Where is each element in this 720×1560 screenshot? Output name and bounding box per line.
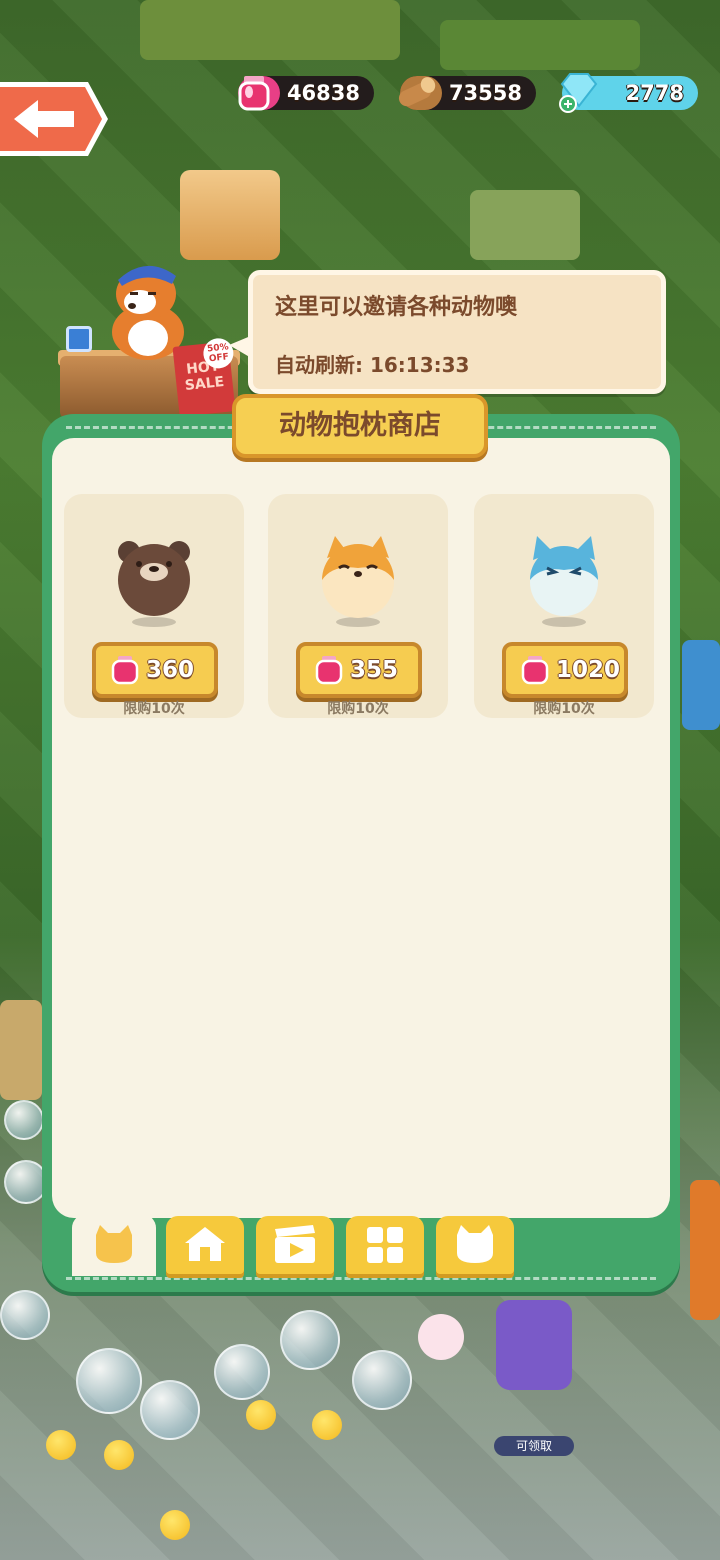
claim-label[interactable]: 可领取 [494,1436,574,1456]
purchase-limit: 限购10次 [533,701,595,717]
garden-patch [470,190,580,260]
hot-sale-sign: HOT SALE 50% OFF [172,336,236,417]
decor-bubble [214,1344,270,1400]
item-price: 1020 [556,657,621,683]
speech-message: 这里可以邀请各种动物噢 [275,295,518,320]
purchase-limit: 限购10次 [123,701,185,717]
shop-item-card[interactable]: 355 限购10次 [268,494,448,718]
grass-patch [140,0,400,60]
duck-icon [160,1510,190,1540]
decor-bubble [76,1348,142,1414]
decor-bubble [280,1310,340,1370]
vending-machine [690,1180,720,1320]
tab-house[interactable] [166,1216,244,1274]
duck-icon [104,1440,134,1470]
back-button[interactable] [0,78,112,160]
wood-counter: 73558 [398,76,536,110]
shop-item-card[interactable]: 1020 限购10次 [474,494,654,718]
video-icon [275,1225,315,1263]
tab-video[interactable] [256,1216,334,1274]
tab-cat[interactable] [436,1216,514,1274]
back-arrow-icon [0,82,108,156]
purchase-limit: 限购10次 [327,701,389,717]
decor-bubble [4,1100,44,1140]
building [180,170,280,260]
gem-counter[interactable]: 2778 [559,73,698,113]
potion-jar-icon [111,656,139,685]
speech-bubble: 这里可以邀请各种动物噢 自动刷新: 16:13:33 [229,270,666,394]
qr-code-icon [66,326,92,352]
grid-icon [367,1227,403,1263]
building-edge [0,1000,42,1100]
buy-button[interactable]: 355 [296,642,422,698]
decor-bubble [140,1380,200,1440]
cat-icon [457,1225,493,1263]
wood-count: 73558 [448,81,522,105]
fox-shopkeeper [112,265,184,360]
bear-pillow-icon [118,541,190,627]
item-price: 355 [350,657,399,683]
tab-grid[interactable] [346,1216,424,1274]
house-icon [185,1227,225,1261]
potion-counter: 46838 [238,76,374,111]
duck-icon [46,1430,76,1460]
auto-refresh-label: 自动刷新: [275,353,363,377]
wood-log-icon [398,77,436,107]
shop-title: 动物抱枕商店 [232,394,488,458]
gift-bubble-icon[interactable] [418,1314,464,1360]
auto-refresh-row: 自动刷新: 16:13:33 [275,349,469,378]
duck-icon [312,1410,342,1440]
potion-count: 46838 [286,81,360,105]
grass-patch [440,20,640,70]
potion-jar-icon [238,76,270,111]
tab-animal-pillows[interactable] [72,1214,156,1276]
item-price: 360 [146,657,195,683]
buy-button[interactable]: 1020 [502,642,628,698]
duck-icon [246,1400,276,1430]
gift-box-icon[interactable] [496,1300,572,1390]
buy-button[interactable]: 360 [92,642,218,698]
potion-jar-icon [521,656,549,685]
water-stream [682,640,720,730]
shiba-pillow-icon [322,536,394,627]
diamond-plus-icon [559,73,598,113]
decor-bubble [0,1290,50,1340]
shop-item-card[interactable]: 360 限购10次 [64,494,244,718]
gem-count: 2778 [625,81,684,105]
decor-bubble [352,1350,412,1410]
cat-icon [96,1225,132,1263]
potion-jar-icon [315,656,343,685]
auto-refresh-time: 16:13:33 [369,353,470,377]
blue-cat-pillow-icon [530,536,598,627]
